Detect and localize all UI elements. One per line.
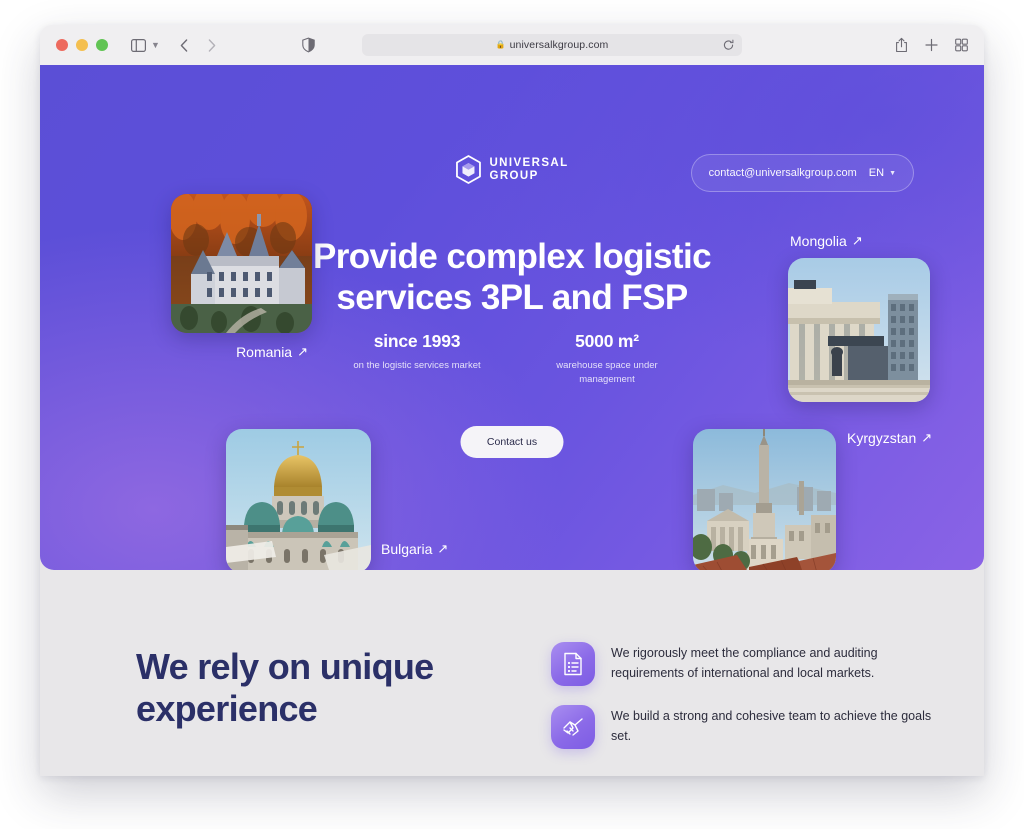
stat-item-warehouse: 5000 m² warehouse space under management [532, 331, 682, 387]
arrow-up-right-icon: ↗ [851, 233, 863, 248]
url-text: universalkgroup.com [509, 39, 609, 51]
section-heading: We rely on unique experience [136, 646, 434, 730]
lock-icon: 🔒 [495, 40, 506, 49]
tab-grid-icon[interactable] [955, 38, 968, 52]
destination-card-romania[interactable]: Romania ↗ [171, 194, 312, 360]
arrow-up-right-icon: ↗ [437, 541, 449, 556]
logo-wordmark: UNIVERSAL GROUP [489, 157, 568, 181]
destination-label-bulgaria[interactable]: Bulgaria ↗ [381, 541, 448, 573]
peles-castle-autumn-photo [171, 194, 312, 333]
bishkek-cityscape-photo [693, 429, 836, 573]
feature-list: We rigorously meet the compliance and au… [551, 642, 951, 749]
address-bar[interactable]: 🔒 universalkgroup.com [362, 34, 742, 56]
reload-icon[interactable] [723, 39, 734, 51]
checklist-document-icon [551, 642, 595, 686]
destination-card-kyrgyzstan[interactable]: Kyrgyzstan ↗ [693, 429, 932, 573]
toolbar-actions [895, 37, 968, 53]
destination-name: Kyrgyzstan [847, 430, 917, 446]
close-window-button[interactable] [56, 39, 68, 51]
sidebar-icon[interactable] [131, 38, 146, 52]
feature-text: We rigorously meet the compliance and au… [611, 646, 878, 680]
minimize-window-button[interactable] [76, 39, 88, 51]
hero-section: UNIVERSAL GROUP contact@universalkgroup.… [40, 65, 984, 573]
hexagon-cube-logo-icon [456, 155, 481, 184]
site-logo[interactable]: UNIVERSAL GROUP [455, 155, 568, 184]
chevron-left-icon[interactable] [180, 38, 188, 52]
browser-window: ▼ 🔒 universalkgroup.com UNIVERSAL GROUP … [40, 25, 984, 776]
plus-icon[interactable] [925, 38, 938, 52]
stat-item-since: since 1993 on the logistic services mark… [342, 331, 492, 387]
alexander-nevsky-cathedral-photo [226, 429, 371, 573]
hero-headline: Provide complex logistic services 3PL an… [313, 237, 712, 317]
logo-line-2: GROUP [489, 169, 539, 182]
feature-item-compliance: We rigorously meet the compliance and au… [551, 642, 951, 686]
destination-name: Romania [236, 344, 293, 360]
destination-label-romania[interactable]: Romania ↗ [171, 344, 312, 360]
destination-label-kyrgyzstan[interactable]: Kyrgyzstan ↗ [847, 429, 932, 446]
browser-toolbar: ▼ 🔒 universalkgroup.com [40, 25, 984, 65]
share-icon[interactable] [895, 37, 908, 53]
handshake-team-icon [551, 705, 595, 749]
privacy-shield-icon[interactable] [302, 37, 315, 53]
destination-label-mongolia[interactable]: Mongolia ↗ [788, 233, 930, 249]
chevron-down-icon: ▼ [889, 169, 896, 177]
feature-text: We build a strong and cohesive team to a… [611, 709, 932, 743]
arrow-up-right-icon: ↗ [297, 344, 308, 359]
contact-us-button[interactable]: Contact us [460, 426, 564, 458]
arrow-up-right-icon: ↗ [921, 430, 933, 445]
stat-value: 5000 m² [575, 331, 639, 351]
chevron-down-icon[interactable]: ▼ [151, 40, 160, 50]
stat-value: since 1993 [373, 331, 461, 351]
stat-label: warehouse space under management [556, 360, 658, 385]
maximize-window-button[interactable] [96, 39, 108, 51]
contact-language-pill[interactable]: contact@universalkgroup.com EN ▼ [690, 154, 914, 192]
page-viewport: UNIVERSAL GROUP contact@universalkgroup.… [40, 65, 984, 776]
language-label: EN [868, 167, 885, 179]
destination-name: Bulgaria [381, 541, 433, 557]
hero-stats: since 1993 on the logistic services mark… [342, 331, 682, 387]
language-selector[interactable]: EN ▼ [869, 167, 896, 179]
contact-email-link[interactable]: contact@universalkgroup.com [709, 167, 857, 179]
unique-experience-section: We rely on unique experience We are guid… [40, 570, 984, 776]
feature-item-team: We build a strong and cohesive team to a… [551, 705, 951, 749]
scroll-fade [40, 762, 984, 776]
stat-label: on the logistic services market [353, 360, 481, 371]
logo-line-1: UNIVERSAL [489, 157, 569, 170]
chevron-right-icon[interactable] [208, 38, 216, 52]
window-controls [56, 39, 108, 51]
destination-card-mongolia[interactable]: Mongolia ↗ [788, 233, 930, 402]
ulaanbaatar-parliament-photo [788, 258, 930, 402]
destination-card-bulgaria[interactable]: Bulgaria ↗ [226, 429, 448, 573]
destination-name: Mongolia [790, 233, 847, 249]
